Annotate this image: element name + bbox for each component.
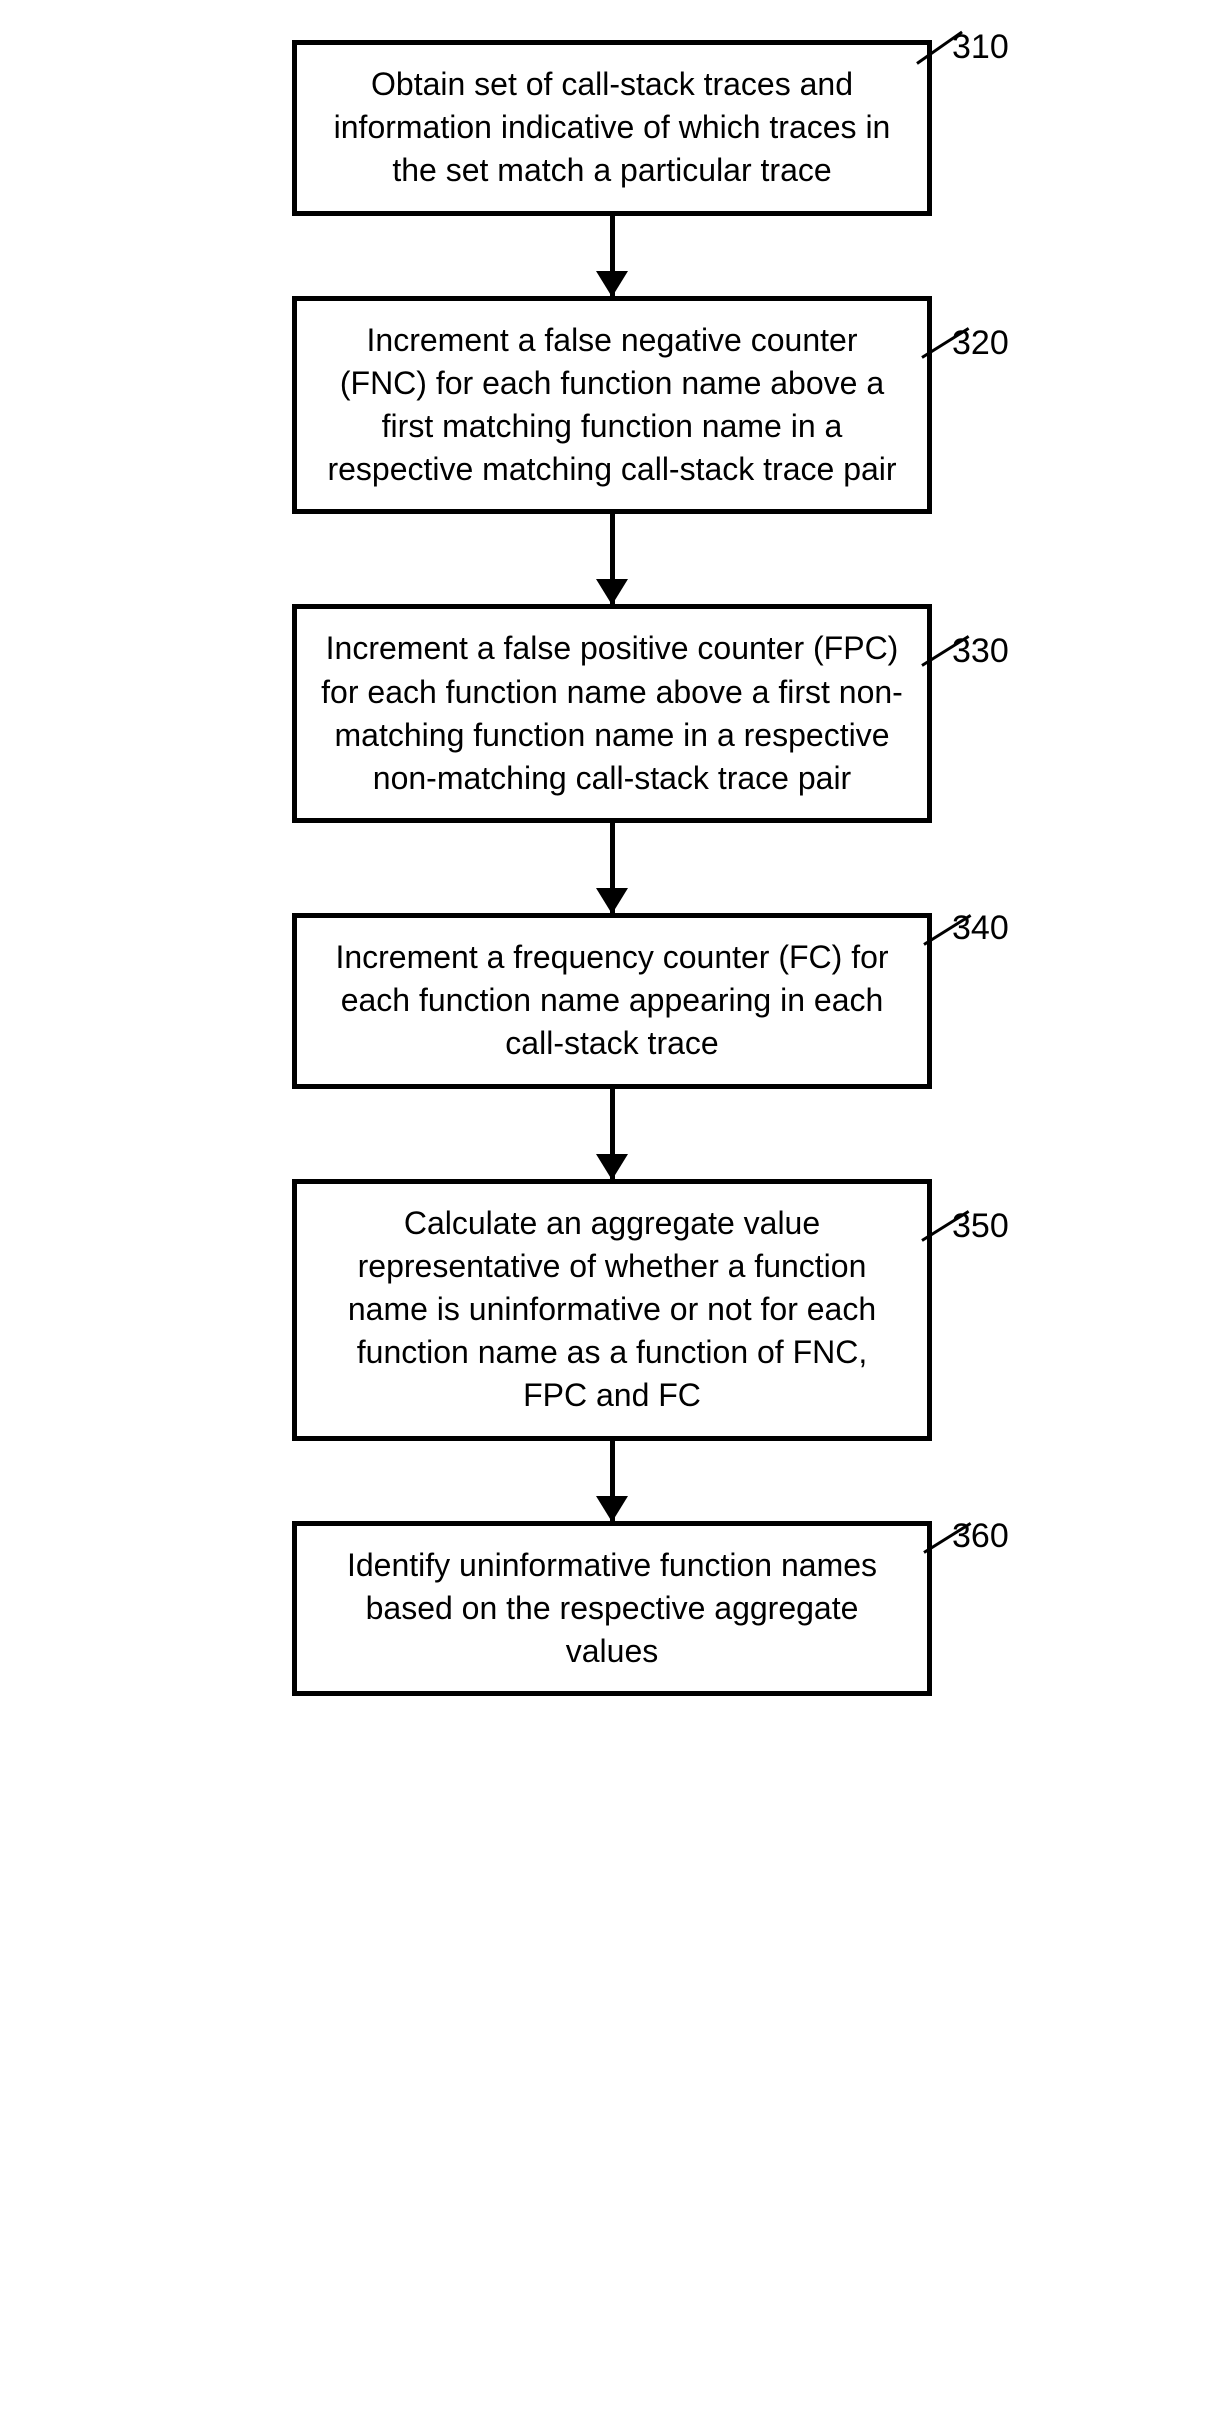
arrow-head-icon: [596, 1496, 628, 1522]
step-350-label: 350: [952, 1207, 1009, 1246]
arrow-5: [162, 1441, 1062, 1521]
arrow-1: [162, 216, 1062, 296]
step-330-row: Increment a false positive counter (FPC)…: [162, 604, 1062, 823]
step-320-text: Increment a false negative counter (FNC)…: [327, 322, 896, 488]
step-350-text: Calculate an aggregate value representat…: [348, 1205, 876, 1414]
step-340-row: Increment a frequency counter (FC) for e…: [162, 913, 1062, 1089]
step-320-label: 320: [952, 324, 1009, 363]
step-330-text: Increment a false positive counter (FPC)…: [321, 630, 903, 796]
step-330-label: 330: [952, 632, 1009, 671]
step-360-row: Identify uninformative function names ba…: [162, 1521, 1062, 1697]
arrow-head-icon: [596, 1154, 628, 1180]
step-340-box: Increment a frequency counter (FC) for e…: [292, 913, 932, 1089]
flowchart: Obtain set of call-stack traces and info…: [162, 40, 1062, 1696]
step-360-box: Identify uninformative function names ba…: [292, 1521, 932, 1697]
step-310-box: Obtain set of call-stack traces and info…: [292, 40, 932, 216]
step-350-row: Calculate an aggregate value representat…: [162, 1179, 1062, 1441]
arrow-head-icon: [596, 579, 628, 605]
step-330-box: Increment a false positive counter (FPC)…: [292, 604, 932, 823]
arrow-4: [162, 1089, 1062, 1179]
step-360-label: 360: [952, 1517, 1009, 1556]
step-310-text: Obtain set of call-stack traces and info…: [334, 66, 891, 188]
arrow-2: [162, 514, 1062, 604]
step-350-box: Calculate an aggregate value representat…: [292, 1179, 932, 1441]
step-310-row: Obtain set of call-stack traces and info…: [162, 40, 1062, 216]
step-320-row: Increment a false negative counter (FNC)…: [162, 296, 1062, 515]
arrow-head-icon: [596, 888, 628, 914]
step-340-text: Increment a frequency counter (FC) for e…: [335, 939, 888, 1061]
arrow-3: [162, 823, 1062, 913]
arrow-head-icon: [596, 271, 628, 297]
step-360-text: Identify uninformative function names ba…: [347, 1547, 877, 1669]
step-340-label: 340: [952, 909, 1009, 948]
step-310-label: 310: [952, 28, 1009, 67]
step-320-box: Increment a false negative counter (FNC)…: [292, 296, 932, 515]
